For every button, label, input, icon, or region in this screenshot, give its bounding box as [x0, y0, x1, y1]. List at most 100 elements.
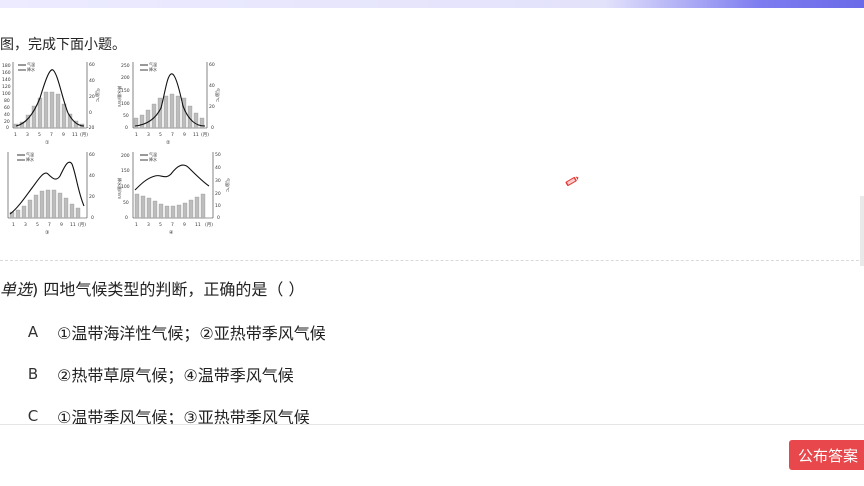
tick-label: 80: [4, 98, 10, 104]
tick-label: 100: [2, 91, 11, 97]
legend-label: 降水: [149, 156, 157, 162]
tick-label: 11: [193, 132, 199, 138]
tick-label: 0: [125, 125, 128, 131]
tick-label: 180: [2, 63, 11, 69]
tick-label: 40: [89, 78, 95, 84]
precip-bar: [39, 190, 45, 219]
legend-label: 降水: [149, 66, 157, 72]
legend-swatch-bar: [140, 64, 148, 66]
option-letter[interactable]: A: [19, 318, 47, 346]
legend-swatch-bar: [17, 154, 25, 156]
chart-id: ④: [169, 230, 174, 236]
option-text: ①温带海洋性气候；②亚热带季风气候: [57, 324, 326, 343]
precip-bar: [164, 205, 170, 219]
tick-label: 1: [135, 222, 138, 228]
tick-label: 5: [159, 222, 162, 228]
tick-label: 0: [217, 215, 220, 221]
option-letter[interactable]: B: [19, 360, 47, 388]
tick-label: 150: [121, 168, 130, 174]
legend-label: 降水: [27, 66, 35, 72]
precip-bar: [134, 193, 140, 219]
tick-label: 60: [4, 105, 10, 111]
tick-label: 50: [123, 200, 129, 206]
precip-bar: [31, 105, 37, 129]
scrollbar[interactable]: [860, 196, 864, 266]
tick-label: 11: [72, 132, 78, 138]
tick-label: 9: [62, 132, 65, 138]
question-text: 四地气候类型的判断，正确的是（ ）: [43, 280, 305, 299]
legend-swatch-bar: [140, 154, 148, 156]
tick-label: 200: [121, 153, 130, 159]
tick-label: 7: [48, 222, 51, 228]
section-divider: [0, 260, 864, 261]
chart-id: ②: [166, 140, 171, 146]
precip-bar: [33, 194, 39, 219]
tick-label: 50: [215, 152, 221, 158]
tick-label: 60: [89, 152, 95, 158]
tick-label: 7: [171, 222, 174, 228]
tick-label: 9: [183, 222, 186, 228]
precip-bar: [176, 204, 182, 219]
precip-bar: [15, 209, 21, 219]
precip-bar: [69, 203, 75, 219]
axis-label: 气温/℃: [95, 88, 101, 102]
tick-label: (月): [205, 222, 213, 228]
precip-bar: [21, 205, 27, 219]
precip-bar: [193, 112, 199, 129]
legend-swatch-bar: [18, 64, 26, 66]
axis-label: 气温/℃: [215, 88, 221, 102]
tick-label: -20: [87, 125, 94, 131]
precip-bar: [55, 93, 61, 129]
pen-cursor-icon: [563, 173, 581, 192]
publish-answer-button[interactable]: 公布答案: [789, 440, 864, 470]
axis-label: 气温/℃: [225, 178, 231, 192]
precip-bar: [139, 114, 145, 129]
question-stem: 单选) 四地气候类型的判断，正确的是（ ）: [0, 276, 304, 300]
tick-label: 11: [195, 222, 201, 228]
tick-label: 60: [209, 62, 215, 68]
tick-label: (月): [201, 132, 209, 138]
tick-label: 9: [60, 222, 63, 228]
precip-bar: [163, 95, 169, 129]
precip-bar: [158, 203, 164, 219]
option-a[interactable]: A ①温带海洋性气候；②亚热带季风气候: [19, 318, 326, 346]
temperature-line: [134, 164, 210, 191]
tick-label: 160: [2, 70, 11, 76]
climate-chart-4: 200 150 100 50 0 降水量/mm 50 40 30 20 10 0…: [113, 148, 238, 236]
precip-bar: [145, 109, 151, 129]
tick-label: 40: [89, 173, 95, 179]
precip-bar: [200, 193, 206, 219]
precip-bar: [63, 197, 69, 219]
axis-label: 降水量/mm: [117, 86, 123, 107]
precip-bar: [169, 93, 175, 129]
tick-label: 0: [89, 110, 92, 116]
tick-label: 0: [125, 215, 128, 221]
precip-bar: [140, 195, 146, 219]
precip-bar: [146, 197, 152, 219]
tick-label: 5: [36, 222, 39, 228]
precip-bar: [61, 103, 67, 129]
precip-bar: [175, 95, 181, 129]
tick-label: 7: [171, 132, 174, 138]
precip-bar: [45, 189, 51, 219]
option-b[interactable]: B ②热带草原气候；④温带季风气候: [19, 360, 294, 388]
precip-bar: [194, 196, 200, 219]
tick-label: 40: [4, 112, 10, 118]
tick-label: 9: [183, 132, 186, 138]
tick-label: 40: [215, 165, 221, 171]
precip-bar: [133, 117, 139, 129]
precip-bar: [43, 91, 49, 129]
tick-label: 1: [135, 132, 138, 138]
question-type-bracket: ): [32, 280, 39, 299]
climate-chart-2: 250 200 150 100 50 0 降水量/mm 60 40 20 0 气…: [113, 58, 223, 146]
option-text: ②热带草原气候；④温带季风气候: [57, 366, 294, 385]
tick-label: 30: [215, 178, 221, 184]
climate-chart-1: 180 160 140 120 100 80 60 40 20 0 60 40 …: [0, 58, 105, 146]
tick-label: 20: [209, 104, 215, 110]
precip-bar: [49, 91, 55, 129]
climate-chart-3: 60 40 20 0 1 3 5 7 9 11 (月) ③ 气温 降水: [0, 148, 105, 236]
bottom-action-bar: [0, 424, 864, 486]
question-type: 单选: [0, 280, 33, 299]
tick-label: 11: [70, 222, 76, 228]
tick-label: 20: [215, 191, 221, 197]
